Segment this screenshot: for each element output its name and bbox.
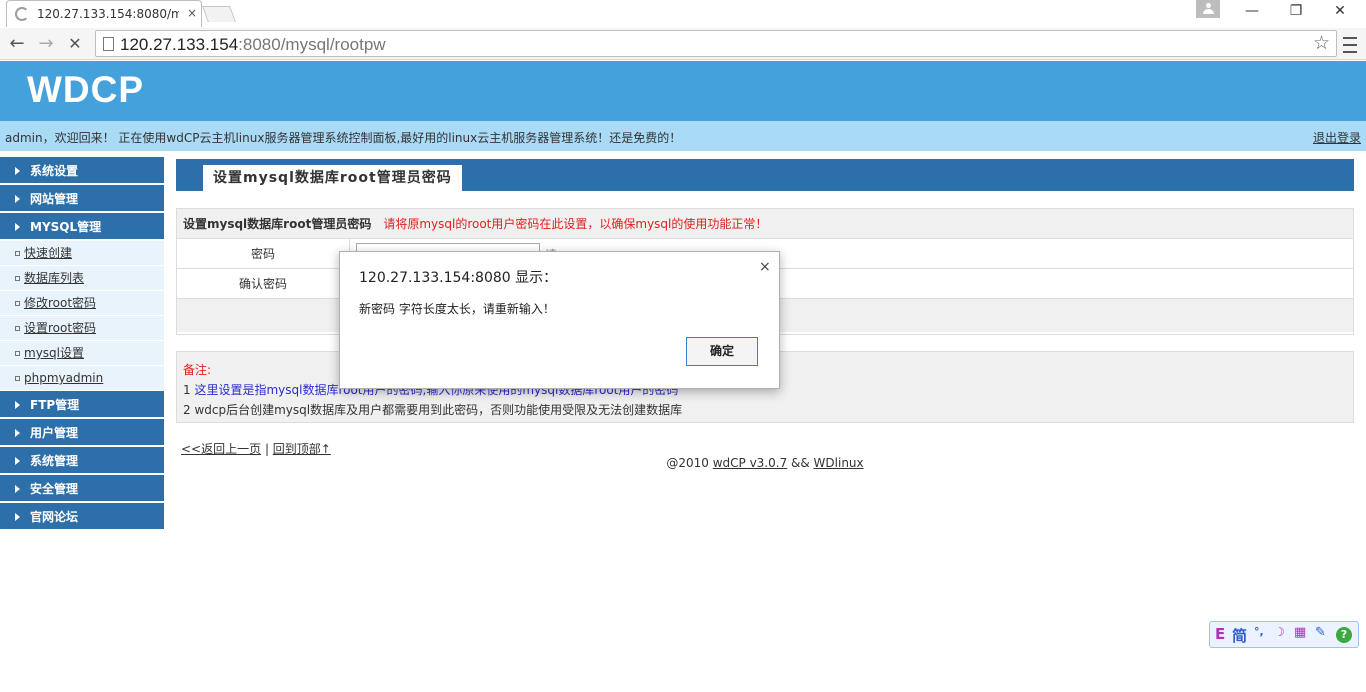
sidebar-subitem-phpmyadmin[interactable]: phpmyadmin — [0, 366, 164, 391]
url-text: 120.27.133.154:8080/mysql/rootpw — [120, 35, 386, 55]
sidebar-subitem-quick-create[interactable]: 快速创建 — [0, 241, 164, 266]
sidebar-item-ftp-management[interactable]: FTP管理 — [0, 391, 164, 419]
sidebar-item-forum[interactable]: 官网论坛 — [0, 503, 164, 531]
ime-toolbar: E 简 °, ☽ ▦ ✎ ? — [1209, 621, 1359, 648]
loading-spinner-icon — [15, 7, 29, 21]
back-links: <<返回上一页 | 回到顶部↑ — [181, 440, 331, 457]
window-close-button[interactable]: ✕ — [1318, 0, 1362, 22]
footer-wdlinux-link[interactable]: WDlinux — [814, 456, 864, 470]
logout-link[interactable]: 退出登录 — [1313, 129, 1361, 146]
ime-moon-icon[interactable]: ☽ — [1274, 625, 1285, 639]
stop-button[interactable]: ✕ — [63, 32, 87, 56]
footer-prefix: @2010 — [666, 456, 713, 470]
person-icon — [1203, 3, 1214, 14]
sidebar-item-mysql-management[interactable]: MYSQL管理 — [0, 213, 164, 241]
browser-toolbar: ← → ✕ 120.27.133.154:8080/mysql/rootpw ☆ — [0, 28, 1366, 60]
url-path: :8080/mysql/rootpw — [238, 35, 386, 54]
dialog-close-icon[interactable]: × — [759, 259, 771, 275]
tab-close-icon[interactable]: × — [187, 6, 197, 20]
note-1-number: 1 — [183, 383, 195, 397]
ime-english-icon[interactable]: E — [1215, 625, 1225, 643]
form-heading-text: 设置mysql数据库root管理员密码 — [183, 217, 372, 231]
sidebar-item-security-management[interactable]: 安全管理 — [0, 475, 164, 503]
footer: @2010 wdCP v3.0.7 && WDlinux — [176, 456, 1354, 470]
dialog-message: 新密码 字符长度太长，请重新输入！ — [359, 302, 555, 316]
link-separator: | — [261, 442, 273, 456]
confirm-password-label: 确认密码 — [177, 269, 350, 299]
form-warning: 请将原mysql的root用户密码在此设置，以确保mysql的使用功能正常！ — [383, 217, 768, 231]
ime-keyboard-icon[interactable]: ▦ — [1294, 625, 1306, 640]
footer-mid: && — [787, 456, 814, 470]
password-label: 密码 — [177, 239, 350, 269]
page-icon — [103, 37, 114, 51]
site-header: WDCP — [0, 61, 1366, 121]
note-2: 2 wdcp后台创建mysql数据库及用户都需要用到此密码，否则功能使用受限及无… — [183, 403, 683, 417]
sidebar-subitem-mysql-settings[interactable]: mysql设置 — [0, 341, 164, 366]
profile-button[interactable] — [1196, 0, 1220, 18]
tab-title: 120.27.133.154:8080/my — [37, 7, 179, 21]
back-link[interactable]: <<返回上一页 — [181, 442, 261, 456]
form-heading: 设置mysql数据库root管理员密码 请将原mysql的root用户密码在此设置… — [177, 209, 1353, 239]
main-content: 设置mysql数据库root管理员密码 设置mysql数据库root管理员密码请… — [176, 159, 1354, 470]
logo: WDCP — [27, 69, 145, 110]
dialog-ok-button[interactable]: 确定 — [686, 337, 758, 366]
sidebar-item-site-management[interactable]: 网站管理 — [0, 185, 164, 213]
top-link[interactable]: 回到顶部↑ — [273, 442, 331, 456]
title-bar: 设置mysql数据库root管理员密码 — [176, 159, 1354, 191]
browser-tab[interactable]: 120.27.133.154:8080/my × — [6, 0, 202, 27]
sidebar-item-system-management[interactable]: 系统管理 — [0, 447, 164, 475]
sidebar-subitem-database-list[interactable]: 数据库列表 — [0, 266, 164, 291]
sidebar: 系统设置 网站管理 MYSQL管理 快速创建 数据库列表 修改root密码 设置… — [0, 157, 164, 531]
dialog-title: 120.27.133.154:8080 显示： — [359, 270, 558, 286]
alert-dialog: 120.27.133.154:8080 显示： × 新密码 字符长度太长，请重新… — [339, 251, 780, 389]
restore-button[interactable]: ❐ — [1274, 0, 1318, 22]
address-bar[interactable]: 120.27.133.154:8080/mysql/rootpw ☆ — [95, 30, 1337, 57]
url-host: 120.27.133.154 — [120, 35, 239, 54]
ime-punctuation-icon[interactable]: °, — [1254, 625, 1264, 638]
back-button[interactable]: ← — [5, 32, 29, 56]
page-title: 设置mysql数据库root管理员密码 — [203, 165, 462, 191]
ime-simplified-icon[interactable]: 简 — [1232, 625, 1247, 646]
forward-button[interactable]: → — [34, 32, 58, 56]
browser-menu-icon[interactable] — [1340, 32, 1360, 56]
footer-version-link[interactable]: wdCP v3.0.7 — [713, 456, 788, 470]
ime-tool-icon[interactable]: ✎ — [1315, 625, 1326, 640]
new-tab-button[interactable] — [202, 6, 236, 22]
tab-strip: 120.27.133.154:8080/my × — ❐ ✕ — [0, 0, 1366, 28]
sidebar-item-user-management[interactable]: 用户管理 — [0, 419, 164, 447]
welcome-bar: admin，欢迎回来！ 正在使用wdCP云主机linux服务器管理系统控制面板,… — [0, 121, 1366, 151]
sidebar-subitem-set-root-password[interactable]: 设置root密码 — [0, 316, 164, 341]
ime-help-icon[interactable]: ? — [1336, 627, 1352, 643]
welcome-text: admin，欢迎回来！ 正在使用wdCP云主机linux服务器管理系统控制面板,… — [5, 131, 682, 145]
minimize-button[interactable]: — — [1230, 0, 1274, 22]
sidebar-subitem-change-root-password[interactable]: 修改root密码 — [0, 291, 164, 316]
sidebar-item-system-settings[interactable]: 系统设置 — [0, 157, 164, 185]
bookmark-star-icon[interactable]: ☆ — [1313, 32, 1330, 54]
